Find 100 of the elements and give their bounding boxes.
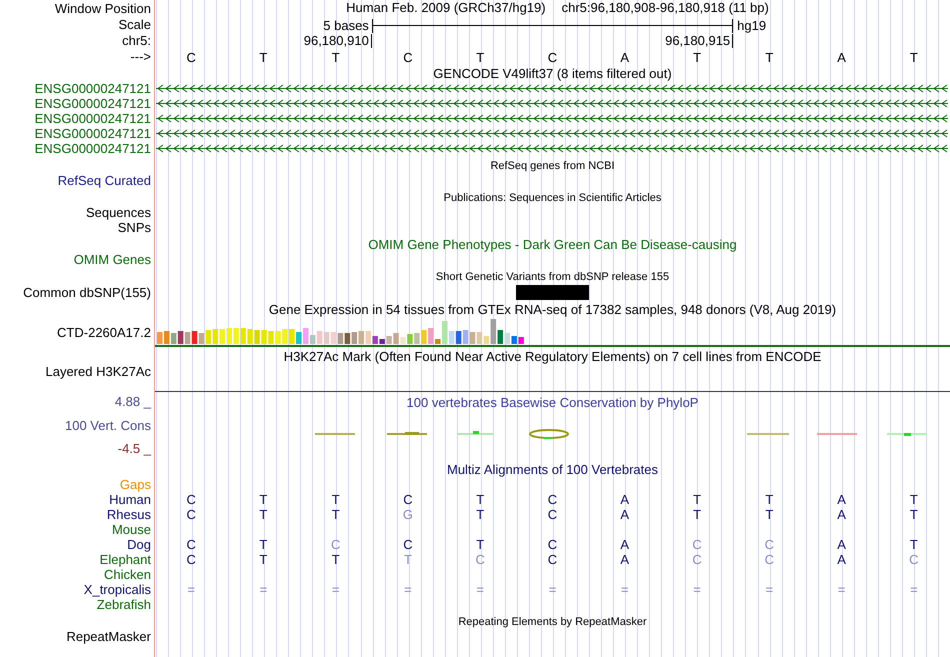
row-label: chr5: (122, 34, 151, 46)
strand-label: ---> (130, 50, 151, 62)
species-label[interactable]: X_tropicalis (84, 583, 151, 596)
base-letter: C (548, 538, 558, 551)
gene-link[interactable]: CTD-2260A17.2 (57, 326, 151, 338)
track-label[interactable]: Common dbSNP(155) (23, 286, 151, 298)
base-letter: = (693, 583, 701, 596)
variant-bar[interactable] (516, 284, 589, 300)
base-letter: T (404, 553, 412, 566)
gene-strand-drawing[interactable] (155, 84, 949, 93)
track-title: Repeating Elements by RepeatMasker (458, 617, 647, 629)
row-label: Window Position (54, 2, 151, 14)
track-title: RefSeq genes from NCBI (490, 161, 615, 173)
track-label[interactable]: RepeatMasker (66, 630, 151, 643)
base-letter: C (692, 553, 702, 566)
base-letter: = (548, 583, 556, 596)
track-label[interactable]: 100 Vert. Cons (65, 418, 151, 432)
base-letter: = (838, 583, 846, 596)
species-label[interactable]: Chicken (104, 568, 151, 581)
base-letter: C (186, 538, 196, 551)
gene-link[interactable]: ENSG00000247121 (34, 127, 151, 140)
base-letter: A (620, 553, 630, 566)
ruler-coordinate: 96,180,915 (665, 34, 732, 48)
base-letter: T (332, 49, 340, 67)
gene-link[interactable]: ENSG00000247121 (34, 142, 151, 155)
base-letter: T (476, 493, 484, 506)
track-title: 100 vertebrates Basewise Conservation by PhyloP (406, 396, 698, 409)
base-letter: T (259, 553, 268, 566)
row-label: Scale (118, 18, 151, 30)
base-letter: A (837, 538, 846, 551)
base-letter: T (259, 493, 268, 506)
base-letter: C (548, 553, 558, 566)
track-title: H3K27Ac Mark (Often Found Near Active Regulatory Elements) on 7 cell lines from ENCODE (284, 350, 822, 364)
track-title: OMIM Gene Phenotypes - Dark Green Can Be Disease-causing (368, 238, 737, 252)
position-text: chr5:96,180,908-96,180,918 (11 bp) (562, 0, 769, 18)
species-label[interactable]: Dog (127, 538, 151, 551)
species-label[interactable]: Mouse (112, 523, 151, 536)
species-label[interactable]: Human (109, 493, 151, 506)
base-letter: C (764, 553, 774, 566)
base-letter: T (693, 493, 702, 506)
base-letter: T (765, 508, 774, 521)
base-letter: C (403, 493, 413, 506)
assembly-text: Human Feb. 2009 (GRCh37/hg19) (346, 0, 546, 18)
base-letter: A (837, 49, 846, 67)
base-letter: C (764, 538, 774, 551)
base-letter: T (910, 49, 918, 67)
base-letter: C (403, 538, 413, 551)
base-letter: A (620, 538, 630, 551)
genome-name: hg19 (737, 18, 766, 33)
base-letter: T (765, 49, 774, 67)
track-label[interactable]: RefSeq Curated (58, 174, 151, 187)
track-label[interactable]: OMIM Genes (74, 253, 151, 266)
base-letter: C (909, 553, 919, 566)
track-title: Publications: Sequences in Scientific Articles (444, 193, 662, 205)
ruler-tick (732, 34, 734, 48)
gene-strand-drawing[interactable] (155, 114, 949, 123)
base-letter: T (259, 538, 268, 551)
base-letter: C (186, 553, 196, 566)
base-letter: T (476, 538, 484, 551)
base-letter: C (692, 538, 702, 551)
base-letter: T (693, 508, 702, 521)
scale-length: 5 bases (323, 17, 369, 35)
species-label[interactable]: Elephant (100, 553, 151, 566)
track-title: Short Genetic Variants from dbSNP release 155 (436, 272, 670, 284)
base-letter: = (260, 583, 268, 596)
base-letter: C (186, 49, 196, 67)
track-label[interactable]: Sequences (86, 206, 151, 219)
base-letter: C (476, 553, 485, 566)
base-letter: = (187, 583, 195, 596)
base-letter: A (837, 493, 846, 506)
gene-strand-drawing[interactable] (155, 129, 949, 138)
species-label[interactable]: Zebrafish (96, 598, 151, 611)
track-label[interactable]: SNPs (118, 221, 151, 234)
species-label[interactable]: Rhesus (106, 508, 151, 521)
gene-strand-drawing[interactable] (155, 144, 949, 153)
base-letter: T (332, 493, 340, 506)
base-letter: C (186, 508, 196, 521)
track-title: Gene Expression in 54 tissues from GTEx RNA-seq of 17382 samples, 948 donors (V8, Aug 2019) (268, 303, 836, 317)
gene-link[interactable]: ENSG00000247121 (34, 82, 151, 95)
base-letter: T (332, 553, 340, 566)
base-letter: A (837, 508, 846, 521)
base-letter: A (620, 508, 630, 521)
gene-strand-drawing[interactable] (155, 99, 949, 108)
base-letter: = (476, 583, 484, 596)
base-letter: T (910, 508, 918, 521)
track-label[interactable]: Layered H3K27Ac (45, 365, 151, 378)
base-letter: = (404, 583, 412, 596)
base-letter: A (837, 553, 846, 566)
base-letter: = (332, 583, 340, 596)
ruler-coordinate: 96,180,910 (304, 34, 370, 48)
gene-link[interactable]: ENSG00000247121 (34, 97, 151, 110)
base-letter: = (766, 583, 774, 596)
base-letter: = (620, 583, 629, 596)
base-letter: T (259, 508, 268, 521)
base-letter: T (693, 49, 702, 67)
track-title: Multiz Alignments of 100 Vertebrates (446, 463, 658, 477)
base-letter: C (548, 493, 558, 506)
base-letter: T (259, 49, 268, 67)
base-letter: A (620, 49, 630, 67)
gene-link[interactable]: ENSG00000247121 (34, 112, 151, 125)
